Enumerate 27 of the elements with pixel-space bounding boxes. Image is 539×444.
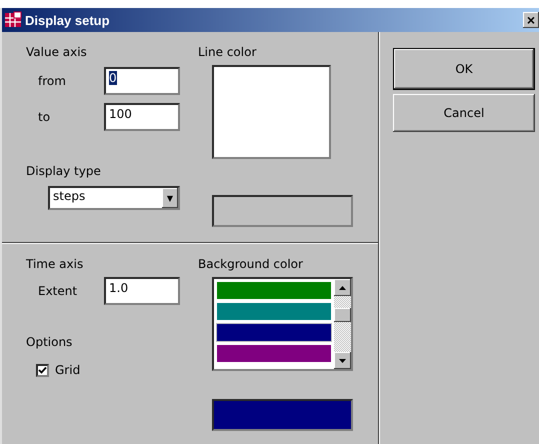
field-label: Extent (37, 284, 78, 298)
number-field[interactable]: 100 (104, 103, 180, 131)
number-field[interactable]: 1.0 (104, 277, 180, 305)
scroll-up-icon[interactable] (339, 286, 346, 290)
field-label: to (37, 110, 52, 124)
scroll-down-icon[interactable] (339, 358, 346, 362)
color-list[interactable] (212, 277, 353, 371)
color-item[interactable] (216, 323, 332, 342)
section-heading: Value axis (26, 45, 88, 59)
checkbox-label: Grid (55, 363, 80, 377)
line-color-list[interactable] (212, 65, 331, 159)
display-type-dropdown[interactable]: steps ▼ (48, 186, 180, 210)
field-label: Background color (198, 257, 304, 271)
scrollbar[interactable] (334, 279, 351, 369)
checkbox[interactable] (36, 364, 49, 376)
dialog-button[interactable]: Cancel (393, 94, 535, 132)
section-heading: Options (26, 335, 74, 349)
grid-icon (4, 11, 22, 29)
section-heading: Time axis (26, 257, 84, 271)
field-label: Display type (26, 164, 102, 178)
number-field[interactable]: 0 (104, 67, 180, 95)
window-title: Display setup (25, 12, 110, 28)
close-button[interactable]: × (523, 12, 539, 28)
scroll-thumb[interactable] (334, 308, 351, 322)
dialog-button[interactable]: OK (393, 48, 535, 90)
field-label: Line color (198, 45, 258, 59)
field-label: from (37, 74, 67, 88)
